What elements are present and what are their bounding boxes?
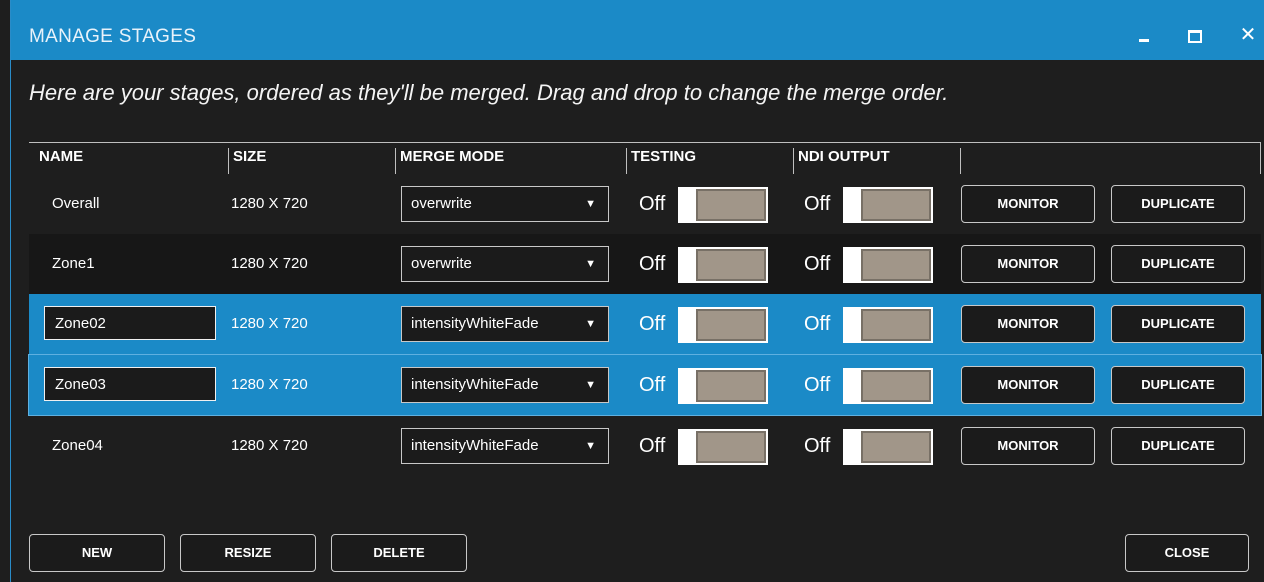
maximize-icon[interactable]	[1183, 24, 1205, 46]
duplicate-button[interactable]: DUPLICATE	[1111, 245, 1245, 283]
title-bar[interactable]: MANAGE STAGES ✕	[11, 0, 1264, 60]
ndi-output-toggle[interactable]	[843, 187, 933, 223]
stage-size: 1280 X 720	[231, 255, 308, 272]
table-header: NAME SIZE MERGE MODE TESTING NDI OUTPUT	[29, 142, 1261, 174]
column-header-merge-mode: MERGE MODE	[395, 148, 627, 174]
stage-name: Overall	[52, 195, 100, 212]
stage-row[interactable]: Zone1 1280 X 720 overwrite ▼ Off Off MON…	[29, 234, 1261, 294]
toggle-track	[696, 249, 766, 281]
close-button[interactable]: CLOSE	[1125, 534, 1249, 572]
merge-mode-value: intensityWhiteFade	[411, 315, 539, 332]
chevron-down-icon: ▼	[585, 379, 596, 391]
stage-size: 1280 X 720	[231, 195, 308, 212]
manage-stages-window: MANAGE STAGES ✕ Here are your stages, or…	[10, 0, 1264, 582]
testing-toggle[interactable]	[678, 368, 768, 404]
chevron-down-icon: ▼	[585, 440, 596, 452]
column-header-size: SIZE	[228, 148, 396, 174]
monitor-button[interactable]: MONITOR	[961, 305, 1095, 343]
ndi-state-label: Off	[804, 193, 831, 215]
ndi-output-toggle[interactable]	[843, 307, 933, 343]
header-right-border	[1260, 142, 1261, 174]
merge-mode-value: intensityWhiteFade	[411, 437, 539, 454]
new-button[interactable]: NEW	[29, 534, 165, 572]
ndi-state-label: Off	[804, 313, 831, 335]
duplicate-button[interactable]: DUPLICATE	[1111, 427, 1245, 465]
chevron-down-icon: ▼	[585, 258, 596, 270]
toggle-track	[696, 309, 766, 341]
testing-state-label: Off	[639, 193, 666, 215]
toggle-track	[861, 249, 931, 281]
testing-state-label: Off	[639, 435, 666, 457]
merge-mode-value: overwrite	[411, 195, 472, 212]
testing-state-label: Off	[639, 374, 666, 396]
stage-row-selected[interactable]: 1280 X 720 intensityWhiteFade ▼ Off Off …	[29, 294, 1261, 354]
header-divider	[29, 142, 1261, 143]
stage-row[interactable]: Zone04 1280 X 720 intensityWhiteFade ▼ O…	[29, 416, 1261, 476]
toggle-track	[696, 431, 766, 463]
merge-mode-select[interactable]: intensityWhiteFade ▼	[401, 306, 609, 342]
duplicate-button[interactable]: DUPLICATE	[1111, 366, 1245, 404]
testing-state-label: Off	[639, 253, 666, 275]
toggle-track	[861, 189, 931, 221]
ndi-output-toggle[interactable]	[843, 368, 933, 404]
testing-toggle[interactable]	[678, 307, 768, 343]
toggle-track	[696, 370, 766, 402]
stage-size: 1280 X 720	[231, 315, 308, 332]
instructions-text: Here are your stages, ordered as they'll…	[29, 80, 949, 105]
column-header-actions	[960, 148, 1260, 174]
merge-mode-select[interactable]: intensityWhiteFade ▼	[401, 367, 609, 403]
stage-row[interactable]: Overall 1280 X 720 overwrite ▼ Off Off M…	[29, 174, 1261, 234]
merge-mode-select[interactable]: overwrite ▼	[401, 186, 609, 222]
window-title: MANAGE STAGES	[29, 26, 197, 47]
monitor-button[interactable]: MONITOR	[961, 245, 1095, 283]
monitor-button[interactable]: MONITOR	[961, 427, 1095, 465]
ndi-state-label: Off	[804, 435, 831, 457]
column-header-name: NAME	[39, 148, 84, 165]
merge-mode-select[interactable]: overwrite ▼	[401, 246, 609, 282]
toggle-track	[861, 370, 931, 402]
toggle-track	[696, 189, 766, 221]
toggle-track	[861, 309, 931, 341]
ndi-state-label: Off	[804, 253, 831, 275]
stage-name-input[interactable]	[44, 306, 216, 340]
stage-size: 1280 X 720	[231, 376, 308, 393]
testing-toggle[interactable]	[678, 247, 768, 283]
testing-state-label: Off	[639, 313, 666, 335]
ndi-state-label: Off	[804, 374, 831, 396]
testing-toggle[interactable]	[678, 187, 768, 223]
ndi-output-toggle[interactable]	[843, 429, 933, 465]
delete-button[interactable]: DELETE	[331, 534, 467, 572]
column-header-ndi-output: NDI OUTPUT	[793, 148, 961, 174]
resize-button[interactable]: RESIZE	[180, 534, 316, 572]
minimize-icon[interactable]	[1133, 24, 1155, 46]
duplicate-button[interactable]: DUPLICATE	[1111, 305, 1245, 343]
stage-name-input[interactable]	[44, 367, 216, 401]
ndi-output-toggle[interactable]	[843, 247, 933, 283]
monitor-button[interactable]: MONITOR	[961, 185, 1095, 223]
stage-row-selected[interactable]: 1280 X 720 intensityWhiteFade ▼ Off Off …	[28, 354, 1262, 416]
merge-mode-value: intensityWhiteFade	[411, 376, 539, 393]
chevron-down-icon: ▼	[585, 318, 596, 330]
testing-toggle[interactable]	[678, 429, 768, 465]
merge-mode-select[interactable]: intensityWhiteFade ▼	[401, 428, 609, 464]
stage-name: Zone04	[52, 437, 103, 454]
toggle-track	[861, 431, 931, 463]
merge-mode-value: overwrite	[411, 255, 472, 272]
monitor-button[interactable]: MONITOR	[961, 366, 1095, 404]
close-icon[interactable]: ✕	[1237, 24, 1259, 46]
stage-size: 1280 X 720	[231, 437, 308, 454]
column-header-testing: TESTING	[626, 148, 794, 174]
chevron-down-icon: ▼	[585, 198, 596, 210]
duplicate-button[interactable]: DUPLICATE	[1111, 185, 1245, 223]
stage-name: Zone1	[52, 255, 95, 272]
